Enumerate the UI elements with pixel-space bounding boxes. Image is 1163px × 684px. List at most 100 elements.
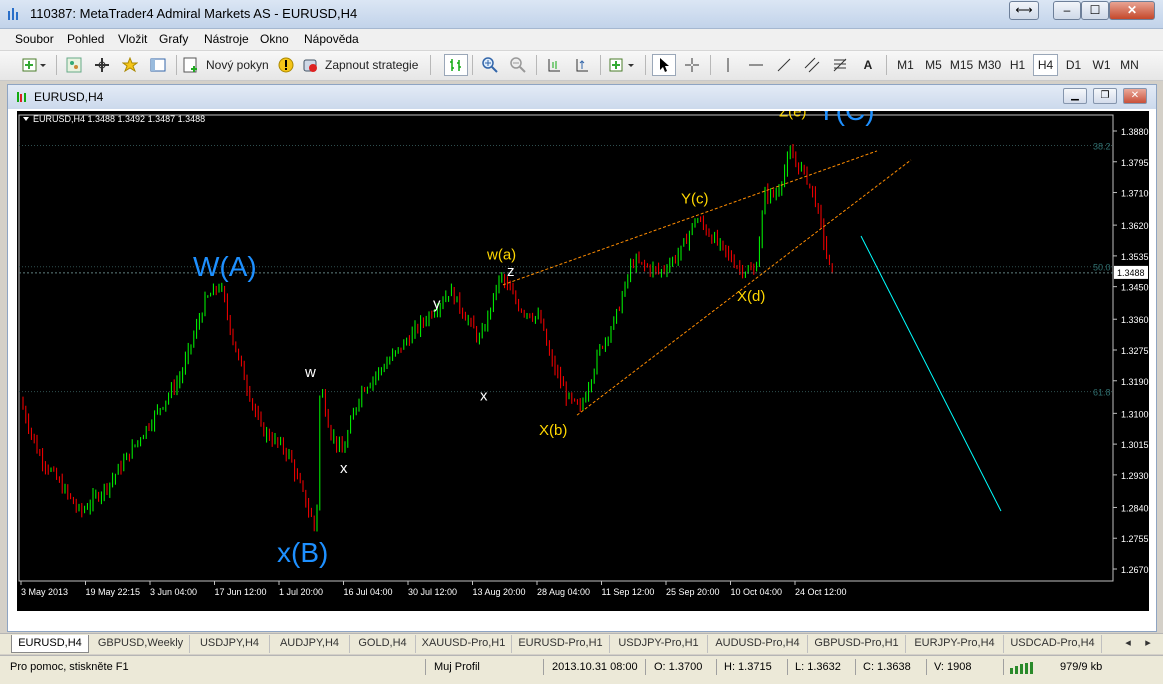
y-tick-label: 1.3275: [1121, 346, 1149, 356]
timeframe-m1[interactable]: M1: [893, 54, 918, 76]
wave-label-y: y: [433, 295, 441, 312]
x-tick-label: 19 May 22:15: [86, 587, 141, 597]
y-tick-label: 1.3620: [1121, 221, 1149, 231]
x-tick-label: 16 Jul 04:00: [344, 587, 393, 597]
status-traffic: 979/9 kb: [1060, 661, 1103, 673]
chart-bars-icon[interactable]: [444, 54, 468, 76]
autotrading-icon: [303, 59, 317, 72]
metatrader-app-icon: [8, 8, 18, 20]
alert-icon[interactable]: [276, 54, 296, 76]
chart-close-button[interactable]: ✕: [1123, 88, 1147, 104]
autotrading-button[interactable]: Zapnout strategie: [302, 54, 424, 76]
menu-nastroje[interactable]: Nástroje: [204, 32, 249, 46]
tab-usdjpy-h4[interactable]: USDJPY,H4: [190, 635, 270, 653]
cursor-icon[interactable]: [652, 54, 676, 76]
tab-gbpusd-pro-h1[interactable]: GBPUSD-Pro,H1: [808, 635, 906, 653]
profiles-icon[interactable]: [63, 54, 85, 76]
wave-label-yc: Y(c): [681, 190, 709, 207]
new-chart-icon[interactable]: [20, 54, 50, 76]
timeframe-h1[interactable]: H1: [1005, 54, 1030, 76]
timeframe-mn[interactable]: MN: [1117, 54, 1142, 76]
chart-minimize-button[interactable]: ▁: [1063, 88, 1087, 104]
y-tick-label: 1.3360: [1121, 315, 1149, 325]
close-button[interactable]: ✕: [1109, 1, 1155, 20]
y-tick-label: 1.3450: [1121, 283, 1149, 293]
fibonacci-icon[interactable]: [829, 54, 851, 76]
menu-soubor[interactable]: Soubor: [15, 32, 54, 46]
zoom-in-icon[interactable]: [479, 54, 501, 76]
current-price-label: 1.3488: [1117, 268, 1145, 278]
chart-window-titlebar: EURUSD,H4 ▁ ❐ ✕: [8, 85, 1156, 109]
chart-restore-button[interactable]: ❐: [1093, 88, 1117, 104]
status-close: C: 1.3638: [863, 661, 911, 673]
maximize-button[interactable]: ☐: [1081, 1, 1109, 20]
new-order-button[interactable]: Nový pokyn: [183, 54, 273, 76]
tab-gbpusd-weekly[interactable]: GBPUSD,Weekly: [92, 635, 190, 653]
timeframe-h4[interactable]: H4: [1033, 54, 1058, 76]
tab-usdjpy-pro-h1[interactable]: USDJPY-Pro,H1: [610, 635, 708, 653]
x-tick-label: 17 Jun 12:00: [215, 587, 267, 597]
indicators-icon[interactable]: [607, 54, 639, 76]
window-titlebar: 110387: MetaTrader4 Admiral Markets AS -…: [0, 0, 1163, 29]
x-tick-label: 10 Oct 04:00: [731, 587, 783, 597]
tab-usdcad-pro-h4[interactable]: USDCAD-Pro,H4: [1004, 635, 1102, 653]
tab-eurusd-pro-h1[interactable]: EURUSD-Pro,H1: [512, 635, 610, 653]
horizontal-line-icon[interactable]: [745, 54, 767, 76]
menu-okno[interactable]: Okno: [260, 32, 289, 46]
menu-vlozit[interactable]: Vložit: [118, 32, 147, 46]
status-help: Pro pomoc, stiskněte F1: [10, 661, 129, 673]
status-volume: V: 1908: [934, 661, 972, 673]
tab-eurjpy-pro-h4[interactable]: EURJPY-Pro,H4: [906, 635, 1004, 653]
chart-tabs: EURUSD,H4 GBPUSD,Weekly USDJPY,H4 AUDJPY…: [0, 633, 1163, 654]
chart-window-icon: [17, 92, 26, 102]
text-tool-button[interactable]: A: [857, 54, 879, 76]
x-tick-label: 13 Aug 20:00: [473, 587, 526, 597]
timeframe-d1[interactable]: D1: [1061, 54, 1086, 76]
menu-grafy[interactable]: Grafy: [159, 32, 188, 46]
x-tick-label: 1 Jul 20:00: [279, 587, 323, 597]
timeframe-m15[interactable]: M15: [949, 54, 974, 76]
tab-xauusd-pro-h1[interactable]: XAUUSD-Pro,H1: [416, 635, 512, 653]
menu-bar: Soubor Pohled Vložit Grafy Nástroje Okno…: [0, 29, 1163, 51]
x-tick-label: 30 Jul 12:00: [408, 587, 457, 597]
chart-window-title: EURUSD,H4: [34, 90, 104, 104]
tab-audusd-pro-h4[interactable]: AUDUSD-Pro,H4: [708, 635, 808, 653]
price-chart-svg[interactable]: 1.3880 1.3795 1.3710 1.3620 1.3535 1.3450 1.33…: [17, 111, 1149, 611]
chart-shift-icon[interactable]: [543, 54, 565, 76]
navigator-icon[interactable]: [91, 54, 113, 76]
y-tick-label: 1.3535: [1121, 252, 1149, 262]
autoscroll-icon[interactable]: [571, 54, 593, 76]
menu-pohled[interactable]: Pohled: [67, 32, 104, 46]
zoom-out-icon[interactable]: [507, 54, 529, 76]
fib-level-label: 50.0: [1093, 263, 1111, 273]
tab-scroll-right-icon[interactable]: ▸: [1138, 635, 1158, 653]
favorites-icon[interactable]: [119, 54, 141, 76]
vertical-line-icon[interactable]: [717, 54, 739, 76]
wave-label-wa: W(A): [193, 251, 257, 282]
price-chart[interactable]: 1.3880 1.3795 1.3710 1.3620 1.3535 1.3450 1.33…: [17, 111, 1149, 611]
terminal-icon[interactable]: [147, 54, 169, 76]
channel-icon[interactable]: [801, 54, 823, 76]
wave-label-x: x: [340, 460, 348, 477]
crosshair-icon[interactable]: [681, 54, 703, 76]
wave-label-xd: X(d): [737, 288, 765, 305]
tab-gold-h4[interactable]: GOLD,H4: [350, 635, 416, 653]
tab-eurusd-h4[interactable]: EURUSD,H4: [11, 635, 89, 653]
tab-scroll-left-icon[interactable]: ◂: [1118, 635, 1138, 653]
timeframe-w1[interactable]: W1: [1089, 54, 1114, 76]
window-title: 110387: MetaTrader4 Admiral Markets AS -…: [30, 6, 358, 21]
trendline-icon[interactable]: [773, 54, 795, 76]
main-toolbar: Nový pokyn Zapnout strategie A M1 M5 M15…: [0, 51, 1163, 81]
status-profile[interactable]: Muj Profil: [434, 661, 480, 673]
chart-info-arrow-icon: [23, 117, 29, 121]
status-high: H: 1.3715: [724, 661, 772, 673]
timeframe-m5[interactable]: M5: [921, 54, 946, 76]
minimize-button[interactable]: –: [1053, 1, 1081, 20]
tab-audjpy-h4[interactable]: AUDJPY,H4: [270, 635, 350, 653]
wave-label-z: z: [507, 263, 515, 280]
restore-size-button[interactable]: ⟷: [1009, 1, 1039, 20]
menu-napoveda[interactable]: Nápověda: [304, 32, 359, 46]
x-tick-label: 3 May 2013: [21, 587, 68, 597]
timeframe-m30[interactable]: M30: [977, 54, 1002, 76]
y-tick-label: 1.3100: [1121, 409, 1149, 419]
